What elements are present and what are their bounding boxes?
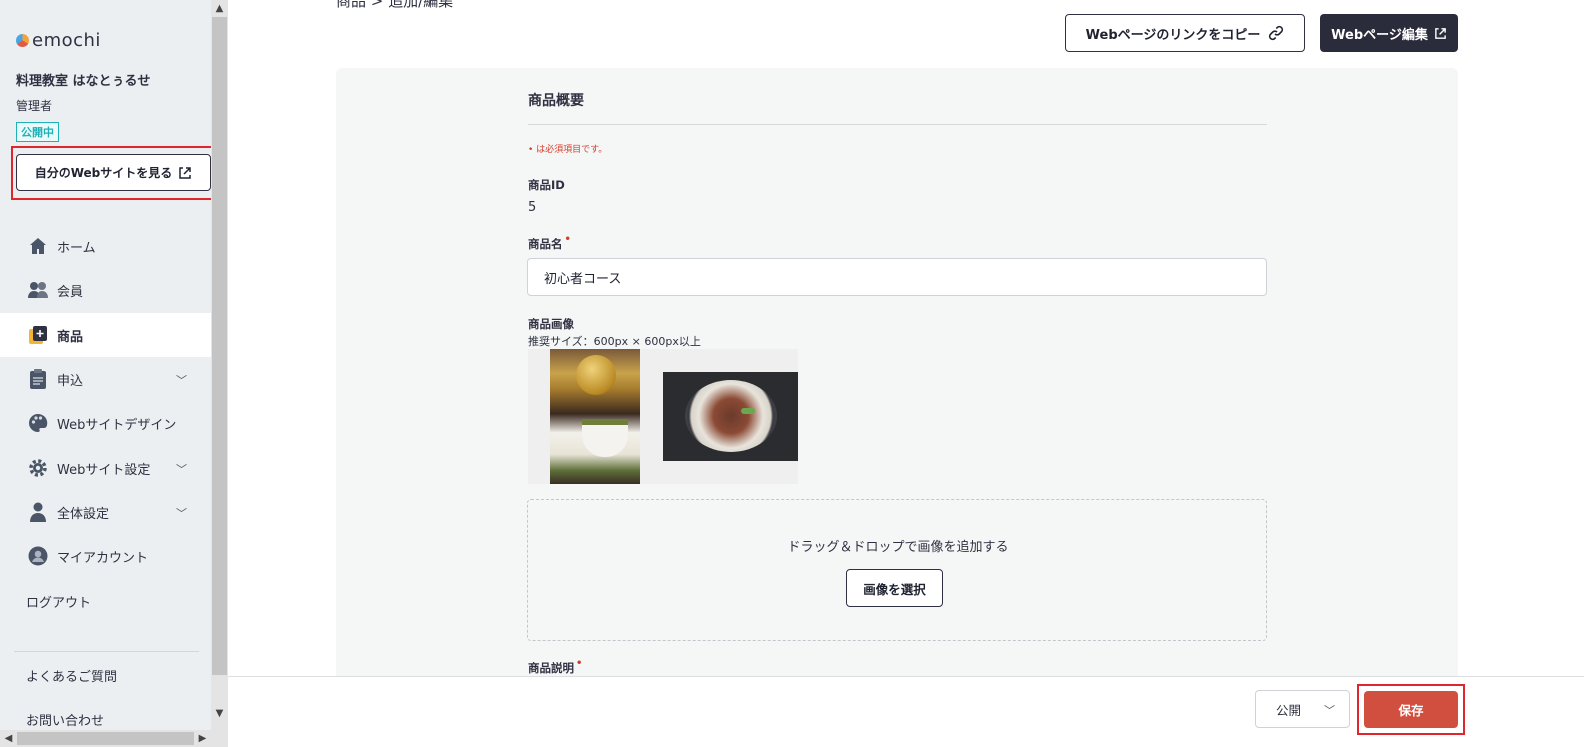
members-icon bbox=[28, 280, 48, 300]
sidebar-item-label: 全体設定 bbox=[57, 506, 110, 522]
required-marker: • bbox=[576, 658, 583, 669]
save-button[interactable]: 保存 bbox=[1364, 691, 1458, 728]
chevron-down-icon: ﹀ bbox=[176, 507, 187, 520]
external-link-icon bbox=[179, 166, 192, 179]
product-overview-panel: 商品概要 • は必須項目です。 商品ID 5 商品名 • 初心者コース 商品画像 … bbox=[336, 68, 1458, 688]
gear-icon bbox=[28, 458, 48, 478]
external-link-icon bbox=[1435, 27, 1446, 39]
sidebar-divider bbox=[14, 651, 199, 652]
product-name-value: 初心者コース bbox=[544, 271, 622, 287]
main-content: 商品 > 追加/編集 Webページのリンクをコピー Webページ編集 商品概要 … bbox=[228, 0, 1584, 747]
sidebar-item-label: 申込 bbox=[57, 373, 84, 389]
scroll-down-arrow-icon[interactable]: ▼ bbox=[211, 705, 228, 722]
breadcrumb: 商品 > 追加/編集 bbox=[336, 0, 454, 10]
sidebar-item-home[interactable]: ホーム bbox=[0, 224, 211, 268]
section-title: 商品概要 bbox=[528, 93, 584, 109]
copy-page-link-label: Webページのリンクをコピー bbox=[1085, 27, 1261, 43]
product-image-thumbnail[interactable] bbox=[663, 372, 798, 461]
edit-webpage-label: Webページ編集 bbox=[1331, 27, 1428, 43]
image-dropzone[interactable]: ドラッグ＆ドロップで画像を追加する 画像を選択 bbox=[527, 499, 1267, 641]
publish-status-select[interactable]: 公開 ﹀ bbox=[1255, 690, 1350, 728]
user-role: 管理者 bbox=[16, 99, 53, 113]
sidebar-item-label: 会員 bbox=[57, 284, 84, 300]
image-size-hint: 推奨サイズ：600px × 600px以上 bbox=[528, 335, 701, 348]
sidebar-item-label: Webサイト設定 bbox=[57, 462, 151, 478]
palette-icon bbox=[28, 413, 48, 433]
product-name-label: 商品名 • bbox=[528, 234, 571, 252]
logo-mark-icon bbox=[16, 34, 29, 47]
contact-link[interactable]: お問い合わせ bbox=[26, 710, 104, 729]
sidebar-item-label: Webサイトデザイン bbox=[57, 417, 177, 433]
teapot-shape bbox=[576, 355, 616, 395]
account-icon bbox=[28, 546, 48, 566]
dropzone-text: ドラッグ＆ドロップで画像を追加する bbox=[787, 540, 1009, 555]
product-id-value: 5 bbox=[528, 200, 537, 215]
logout-link[interactable]: ログアウト bbox=[26, 592, 91, 611]
section-divider bbox=[528, 124, 1267, 125]
logo-text: emochi bbox=[32, 30, 101, 51]
publish-status-value: 公開 bbox=[1276, 702, 1302, 718]
scroll-left-arrow-icon[interactable]: ◀ bbox=[0, 730, 17, 747]
home-icon bbox=[28, 236, 48, 256]
garnish-shape bbox=[741, 408, 755, 414]
sidebar-item-products[interactable]: 商品 bbox=[0, 313, 211, 357]
sidebar-item-site-design[interactable]: Webサイトデザイン bbox=[0, 401, 211, 445]
chevron-down-icon: ﹀ bbox=[1324, 704, 1335, 717]
product-image-thumbnail[interactable] bbox=[550, 349, 640, 484]
product-description-label-text: 商品説明 bbox=[528, 661, 574, 675]
sidebar-item-my-account[interactable]: マイアカウント bbox=[0, 534, 211, 578]
scroll-right-arrow-icon[interactable]: ▶ bbox=[194, 730, 211, 747]
clipboard-icon bbox=[28, 369, 48, 389]
sidebar-item-global-settings[interactable]: 全体設定 ﹀ bbox=[0, 490, 211, 534]
app-root: emochi 料理教室 はなとぅるせ 管理者 公開中 自分のWebサイトを見る … bbox=[0, 0, 1584, 747]
edit-webpage-button[interactable]: Webページ編集 bbox=[1320, 14, 1458, 52]
select-image-button[interactable]: 画像を選択 bbox=[846, 569, 943, 607]
view-my-site-label: 自分のWebサイトを見る bbox=[34, 166, 173, 180]
scroll-up-arrow-icon[interactable]: ▲ bbox=[211, 0, 228, 17]
sidebar: emochi 料理教室 はなとぅるせ 管理者 公開中 自分のWebサイトを見る … bbox=[0, 0, 228, 747]
sidebar-item-label: マイアカウント bbox=[57, 550, 149, 566]
beef-bowl-shape bbox=[685, 380, 777, 452]
person-icon bbox=[28, 502, 48, 522]
product-image-label: 商品画像 bbox=[528, 317, 574, 331]
sidebar-horizontal-scrollbar[interactable]: ◀ ▶ bbox=[0, 730, 211, 747]
required-marker: • bbox=[564, 234, 571, 245]
product-description-label: 商品説明 • bbox=[528, 658, 583, 676]
product-name-input[interactable]: 初心者コース bbox=[527, 258, 1267, 296]
product-id-label: 商品ID bbox=[528, 178, 565, 192]
view-my-site-button[interactable]: 自分のWebサイトを見る bbox=[16, 154, 211, 191]
chevron-down-icon: ﹀ bbox=[176, 374, 187, 387]
action-footer: 公開 ﹀ 保存 bbox=[228, 676, 1584, 747]
sidebar-vertical-scrollbar[interactable]: ▲ ▼ bbox=[211, 0, 228, 747]
status-badge: 公開中 bbox=[16, 122, 59, 142]
sidebar-item-site-settings[interactable]: Webサイト設定 ﹀ bbox=[0, 446, 211, 490]
product-image-gallery bbox=[528, 349, 798, 484]
copy-page-link-button[interactable]: Webページのリンクをコピー bbox=[1065, 14, 1305, 52]
logo[interactable]: emochi bbox=[16, 30, 101, 51]
required-note: • は必須項目です。 bbox=[528, 145, 608, 155]
sidebar-item-applications[interactable]: 申込 ﹀ bbox=[0, 357, 211, 401]
link-icon bbox=[1269, 25, 1284, 41]
faq-link[interactable]: よくあるご質問 bbox=[26, 666, 117, 685]
sidebar-item-label: 商品 bbox=[57, 329, 84, 345]
rice-bowl-shape bbox=[582, 419, 628, 457]
school-name: 料理教室 はなとぅるせ bbox=[16, 74, 151, 89]
sidebar-item-label: ホーム bbox=[57, 240, 96, 256]
scrollbar-thumb[interactable] bbox=[17, 732, 194, 745]
product-name-label-text: 商品名 bbox=[528, 237, 563, 251]
sidebar-item-members[interactable]: 会員 bbox=[0, 268, 211, 312]
product-icon bbox=[28, 325, 48, 345]
scrollbar-thumb[interactable] bbox=[212, 17, 227, 675]
chevron-down-icon: ﹀ bbox=[176, 463, 187, 476]
